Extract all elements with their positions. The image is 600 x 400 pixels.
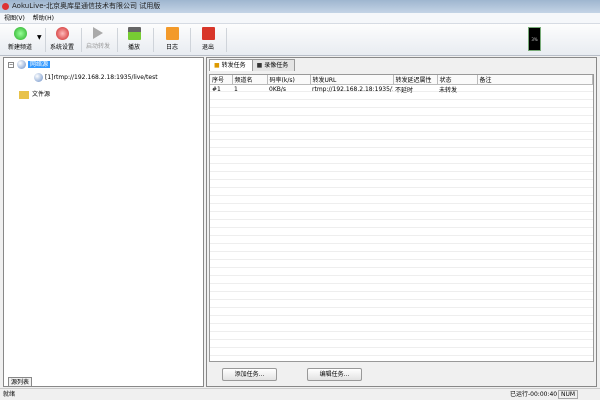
settings-label: 系统设置 [49, 44, 74, 51]
tab-source-list[interactable]: 源列表 [8, 377, 33, 386]
camera-icon: ■ [256, 62, 263, 69]
globe-icon [34, 73, 43, 82]
table-row[interactable]: #1 1 0KB/s rtmp://192.168.2.18:1935/1/1 不延时 未… [210, 85, 593, 95]
tree-node-file-source[interactable]: 文件源 [19, 90, 50, 99]
column-header[interactable]: 码率(k/s) [267, 75, 311, 85]
toolbar: 新建频道 ▼ 系统设置 启动转发 播放 日志 退出 [0, 24, 600, 56]
cell-url: rtmp://192.168.2.18:1935/1/1 [312, 86, 393, 93]
status-runtime: 已运行-00:00:40 [510, 391, 558, 398]
play-button[interactable]: 播放 [117, 27, 151, 55]
green-circle-icon [13, 27, 27, 40]
tab-forward-tasks[interactable]: ■ 转发任务 [209, 59, 253, 71]
tree-node-stream[interactable]: [1]rtmp://192.168.2.18:1935/live/test [34, 73, 158, 82]
cell-delay: 不延时 [395, 87, 414, 94]
start-forward-label: 启动转发 [85, 43, 110, 50]
window-title: AokuLive-北京奥库星通信技术有限公司 试用版 [12, 2, 161, 10]
cell-bitrate: 0KB/s [269, 86, 287, 93]
settings-button[interactable]: 系统设置 [45, 27, 79, 55]
cell-index: #1 [212, 86, 221, 93]
edit-task-button[interactable]: 编辑任务... [307, 368, 362, 381]
menu-bar: 视图(V) 帮助(H) [0, 13, 600, 24]
status-bar: 就绪 已运行-00:00:40 NUM [0, 388, 600, 400]
exit-label: 退出 [201, 44, 214, 51]
clapper-icon [127, 27, 141, 40]
new-channel-label: 新建频道 [7, 44, 32, 51]
column-header[interactable]: 序号 [210, 75, 233, 85]
log-icon [165, 27, 179, 40]
collapse-icon[interactable]: − [8, 62, 14, 68]
column-header[interactable]: 转发URL [310, 75, 394, 85]
start-forward-button[interactable]: 启动转发 [81, 27, 115, 55]
status-num: NUM [558, 390, 578, 399]
cell-name: 1 [234, 86, 238, 93]
column-header[interactable]: 状态 [437, 75, 478, 85]
network-source-label: 网络源 [28, 61, 51, 68]
task-icon: ■ [214, 62, 220, 69]
menu-view[interactable]: 视图(V) [0, 15, 29, 22]
column-header[interactable]: 转发延迟属性 [393, 75, 438, 85]
source-tree-panel: − 网络源 [1]rtmp://192.168.2.18:1935/live/te… [3, 57, 204, 387]
separator [153, 28, 154, 52]
file-source-label: 文件源 [32, 91, 51, 98]
folder-icon [19, 90, 29, 99]
task-panel: ■ 转发任务 ■ 录像任务 序号 频道名 码率(k/s) 转发URL 转发延迟属性 状态 备注… [206, 57, 597, 387]
tab-label: 录像任务 [264, 62, 289, 69]
dropdown-arrow-icon[interactable]: ▼ [37, 34, 42, 41]
column-header[interactable]: 频道名 [232, 75, 268, 85]
title-bar: AokuLive-北京奥库星通信技术有限公司 试用版 [0, 0, 600, 13]
app-icon [2, 3, 9, 10]
exit-button[interactable]: 退出 [191, 27, 225, 55]
tree-node-network-source[interactable]: − 网络源 [8, 60, 51, 69]
separator [226, 28, 227, 52]
play-arrow-icon [93, 27, 103, 39]
new-channel-button[interactable]: 新建频道 [3, 27, 37, 55]
table-header: 序号 频道名 码率(k/s) 转发URL 转发延迟属性 状态 备注 [210, 75, 593, 85]
stream-label: [1]rtmp://192.168.2.18:1935/live/test [45, 74, 158, 81]
settings-icon [55, 27, 69, 40]
tab-record-tasks[interactable]: ■ 录像任务 [251, 59, 296, 71]
power-icon [201, 27, 215, 40]
globe-icon [17, 60, 26, 69]
log-label: 日志 [165, 44, 178, 51]
cell-status: 未转发 [439, 87, 458, 94]
add-task-button[interactable]: 添加任务... [222, 368, 277, 381]
status-ready: 就绪 [3, 391, 16, 398]
column-header[interactable]: 备注 [477, 75, 593, 85]
cell-note [477, 85, 593, 95]
tab-label: 转发任务 [221, 62, 246, 69]
menu-help[interactable]: 帮助(H) [29, 15, 58, 22]
task-table: 序号 频道名 码率(k/s) 转发URL 转发延迟属性 状态 备注 #1 1 0KB/s rtmp… [209, 74, 594, 362]
log-button[interactable]: 日志 [155, 27, 189, 55]
cpu-meter: 3% [528, 27, 541, 51]
play-label: 播放 [127, 44, 140, 51]
